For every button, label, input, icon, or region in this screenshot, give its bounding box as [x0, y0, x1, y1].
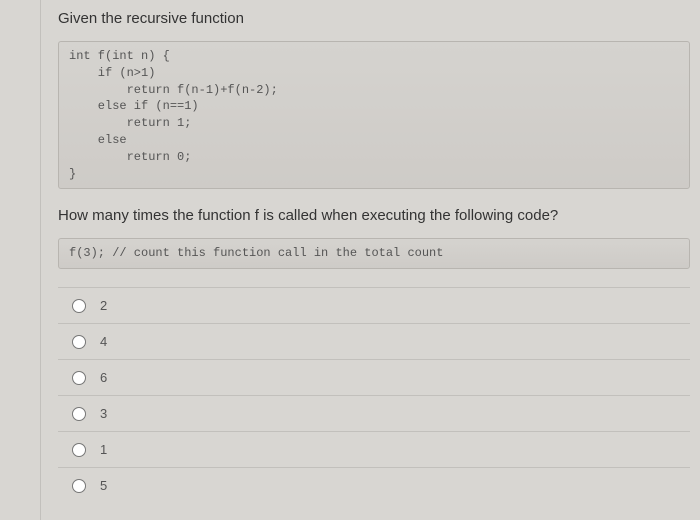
option-label: 5 [100, 478, 107, 493]
option-row[interactable]: 6 [58, 359, 690, 395]
option-label: 4 [100, 334, 107, 349]
option-label: 6 [100, 370, 107, 385]
option-radio-1[interactable] [72, 335, 86, 349]
option-row[interactable]: 3 [58, 395, 690, 431]
option-row[interactable]: 4 [58, 323, 690, 359]
code-block-function: int f(int n) { if (n>1) return f(n-1)+f(… [58, 41, 690, 189]
question-prompt: How many times the function f is called … [50, 207, 700, 224]
option-label: 3 [100, 406, 107, 421]
option-radio-4[interactable] [72, 443, 86, 457]
option-radio-5[interactable] [72, 479, 86, 493]
option-label: 1 [100, 442, 107, 457]
option-radio-0[interactable] [72, 299, 86, 313]
code-block-call: f(3); // count this function call in the… [58, 238, 690, 269]
option-radio-2[interactable] [72, 371, 86, 385]
option-row[interactable]: 5 [58, 467, 690, 503]
option-radio-3[interactable] [72, 407, 86, 421]
option-label: 2 [100, 298, 107, 313]
question-intro: Given the recursive function [50, 10, 700, 27]
option-row[interactable]: 2 [58, 287, 690, 323]
option-row[interactable]: 1 [58, 431, 690, 467]
